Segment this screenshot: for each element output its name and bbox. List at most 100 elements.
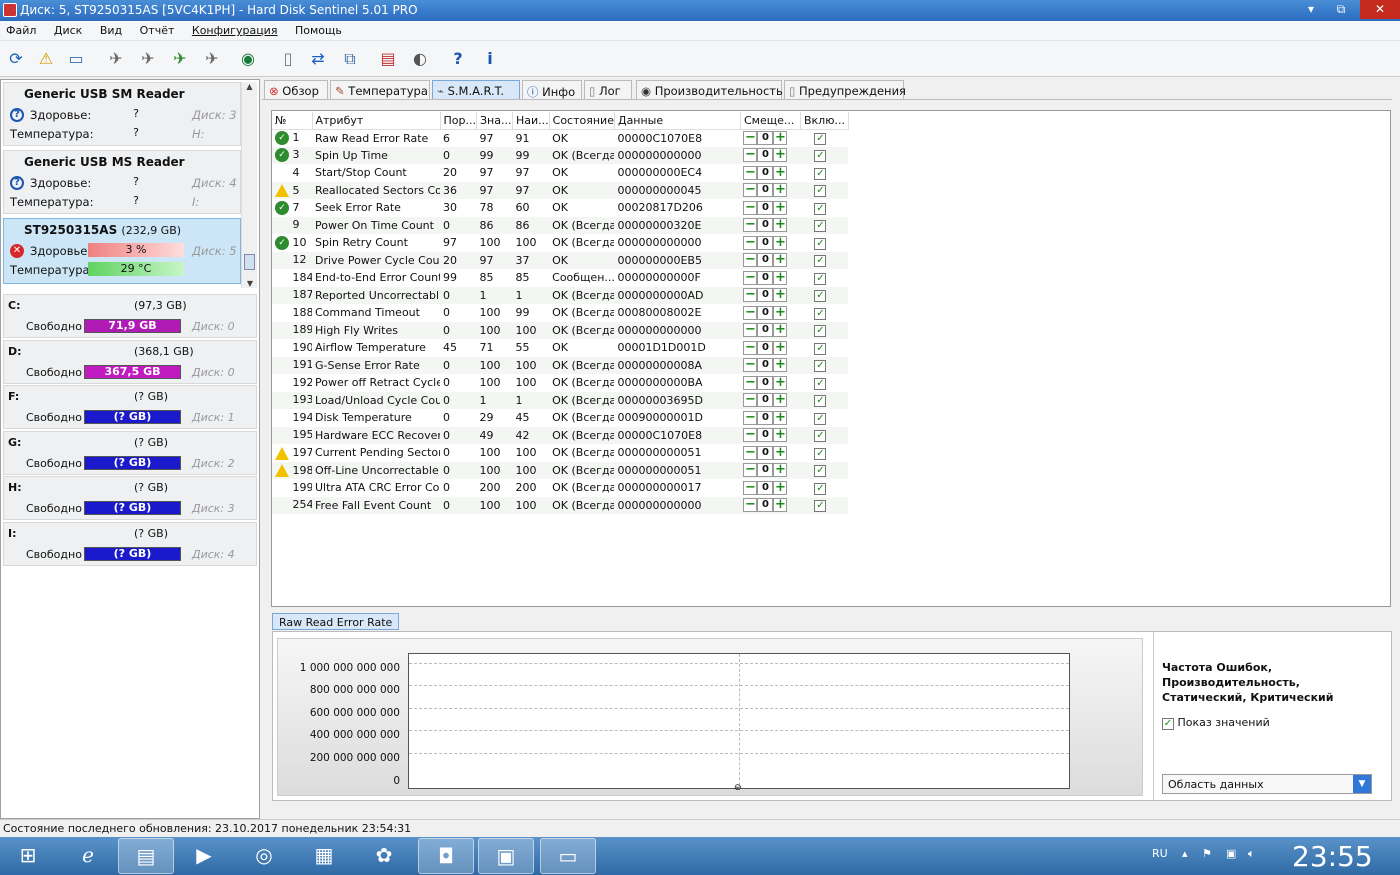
scroll-up-icon[interactable]: ▲ <box>242 82 257 91</box>
increase-button[interactable]: + <box>773 410 788 425</box>
offset-value[interactable]: 0 <box>757 200 774 215</box>
smart-row[interactable]: 187 Reported Uncorrectabl... 0 1 1 OK (Всегда… <box>272 286 849 304</box>
decrease-button[interactable]: − <box>743 428 758 443</box>
tab-log[interactable]: ▯ Лог <box>584 80 632 99</box>
enabled-checkbox[interactable]: ✓ <box>814 290 827 303</box>
language-indicator[interactable]: RU <box>1152 847 1168 860</box>
enabled-checkbox[interactable]: ✓ <box>814 395 827 408</box>
col-attribute[interactable]: Атрибут <box>312 112 441 130</box>
ie-icon[interactable]: ℯ <box>60 838 116 874</box>
decrease-button[interactable]: − <box>743 270 758 285</box>
satellite-icon[interactable]: ✈ <box>104 47 128 71</box>
smart-row[interactable]: 189High Fly Writes0100100OK (Всегда...00… <box>272 321 849 339</box>
device-card[interactable]: Generic USB SM Reader ? Здоровье: ? Диск… <box>3 82 241 146</box>
offset-value[interactable]: 0 <box>757 288 774 303</box>
network-tray-icon[interactable]: ▣ <box>1226 847 1236 860</box>
decrease-button[interactable]: − <box>743 375 758 390</box>
increase-button[interactable]: + <box>773 270 788 285</box>
smart-row[interactable]: 192Power off Retract Cycle ...0100100OK … <box>272 374 848 392</box>
increase-button[interactable]: + <box>773 463 788 478</box>
col-data[interactable]: Данные <box>614 112 741 130</box>
enabled-checkbox[interactable]: ✓ <box>814 133 827 145</box>
scroll-down-icon[interactable]: ▼ <box>242 279 258 288</box>
scroll-thumb[interactable] <box>244 254 255 270</box>
offset-value[interactable]: 0 <box>757 270 774 285</box>
satellite-icon[interactable]: ✈ <box>136 47 160 71</box>
enabled-checkbox[interactable]: ✓ <box>814 447 827 460</box>
smart-row[interactable]: 191G-Sense Error Rate0100100OK (Всегда..… <box>272 356 849 374</box>
enabled-checkbox[interactable]: ✓ <box>814 412 827 425</box>
offset-value[interactable]: 0 <box>757 253 774 268</box>
offset-value[interactable]: 0 <box>757 358 774 373</box>
enabled-checkbox[interactable]: ✓ <box>814 255 827 268</box>
decrease-button[interactable]: − <box>743 253 758 268</box>
decrease-button[interactable]: − <box>743 305 758 320</box>
decrease-button[interactable]: − <box>743 498 758 513</box>
menu-report[interactable]: Отчёт <box>134 21 183 37</box>
cursor-handle-icon[interactable]: ⊖ <box>734 783 742 793</box>
increase-button[interactable]: + <box>773 305 788 320</box>
flag-icon[interactable]: ⚑ <box>1202 847 1212 860</box>
device-card-selected[interactable]: ST9250315AS (232,9 GB) ✕ Здоровье: 3 % Д… <box>3 218 241 284</box>
increase-button[interactable]: + <box>773 218 788 233</box>
speaker-icon[interactable]: ◐ <box>408 47 432 71</box>
hds-app-icon[interactable]: ▭ <box>540 838 596 874</box>
paint-icon[interactable]: ✿ <box>356 838 412 874</box>
increase-button[interactable]: + <box>773 480 788 495</box>
enabled-checkbox[interactable]: ✓ <box>814 272 827 285</box>
increase-button[interactable]: + <box>773 445 788 460</box>
enabled-checkbox[interactable]: ✓ <box>814 500 827 513</box>
increase-button[interactable]: + <box>773 148 788 163</box>
area-select[interactable]: Область данных ▼ <box>1162 774 1372 794</box>
decrease-button[interactable]: − <box>743 358 758 373</box>
tab-temperature[interactable]: ✎ Температура <box>330 80 430 99</box>
increase-button[interactable]: + <box>773 323 788 338</box>
smart-row[interactable]: 199 Ultra ATA CRC Error Co... 0 200 200 OK (В… <box>272 479 848 497</box>
enabled-checkbox[interactable]: ✓ <box>814 482 827 495</box>
offset-value[interactable]: 0 <box>757 375 774 390</box>
increase-button[interactable]: + <box>773 428 788 443</box>
increase-button[interactable]: + <box>773 340 788 355</box>
tab-smart[interactable]: ⌁ S.M.A.R.T. <box>432 80 520 99</box>
volume-card[interactable]: I: (? GB) Свободно (? GB) Диск: 4 <box>3 522 257 566</box>
decrease-button[interactable]: − <box>743 235 758 250</box>
offset-value[interactable]: 0 <box>757 235 774 250</box>
menu-help[interactable]: Помощь <box>289 21 350 37</box>
increase-button[interactable]: + <box>773 288 788 303</box>
chrome-icon[interactable]: ◎ <box>236 838 292 874</box>
decrease-button[interactable]: − <box>743 463 758 478</box>
increase-button[interactable]: + <box>773 375 788 390</box>
tab-alerts[interactable]: ▯ Предупреждения <box>784 80 906 99</box>
smart-row[interactable]: ✓ 10Spin Retry Count 97 100 100 OK (Всегда..… <box>272 234 848 252</box>
smart-row[interactable]: 12 Drive Power Cycle Count 20 97 37 OK 0000000… <box>272 251 849 269</box>
increase-button[interactable]: + <box>773 393 788 408</box>
enabled-checkbox[interactable]: ✓ <box>814 220 827 233</box>
show-values-option[interactable]: ✓ Показ значений <box>1162 716 1270 730</box>
network-icon[interactable]: ⧉ <box>338 47 362 71</box>
start-button[interactable]: ⊞ <box>0 838 56 874</box>
smart-row[interactable]: 198 Off-Line Uncorrectable ... 0 100 100 OK (… <box>272 461 849 479</box>
col-number[interactable]: № <box>272 112 313 130</box>
increase-button[interactable]: + <box>773 253 788 268</box>
enabled-checkbox[interactable]: ✓ <box>814 150 827 163</box>
menu-file[interactable]: Файл <box>0 21 44 37</box>
volume-card[interactable]: D: (368,1 GB) Свободно 367,5 GB Диск: 0 <box>3 339 257 384</box>
smart-row[interactable]: 193 Load/Unload Cycle Cou... 0 1 1 OK (Всегда… <box>272 391 849 409</box>
enabled-checkbox[interactable]: ✓ <box>814 325 827 338</box>
restore-button[interactable]: ⧉ <box>1326 0 1356 19</box>
offset-value[interactable]: 0 <box>757 323 774 338</box>
offset-value[interactable]: 0 <box>757 131 774 145</box>
col-offset[interactable]: Смеще... <box>740 112 801 130</box>
smart-row[interactable]: 4 Start/Stop Count 20 97 97 OK 000000000EC4 −0 +… <box>272 164 848 182</box>
offset-value[interactable]: 0 <box>757 410 774 425</box>
chevron-down-icon[interactable]: ▼ <box>1353 775 1371 793</box>
smart-row[interactable]: ✓ 1 Raw Read Error Rate 6 97 91 OK 00000C1070E… <box>272 129 848 147</box>
decrease-button[interactable]: − <box>743 183 758 198</box>
enabled-checkbox[interactable]: ✓ <box>814 342 827 355</box>
offset-value[interactable]: 0 <box>757 218 774 233</box>
toolbox-icon[interactable]: ▣ <box>478 838 534 874</box>
warning-icon[interactable]: ⚠ <box>34 47 58 71</box>
decrease-button[interactable]: − <box>743 200 758 215</box>
menu-disk[interactable]: Диск <box>48 21 90 37</box>
menu-config[interactable]: Конфигурация <box>186 21 286 37</box>
